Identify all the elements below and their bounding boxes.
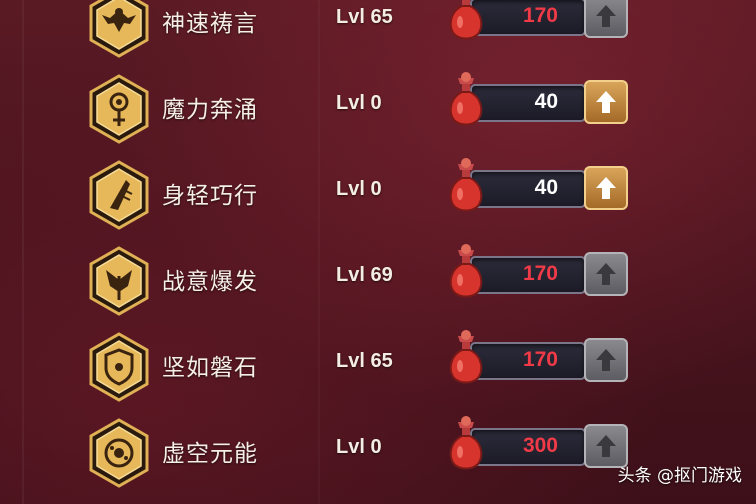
skill-name: 战意爆发: [162, 269, 258, 295]
cost-value: 40: [534, 176, 558, 199]
watermark: 头条 @抠门游戏: [617, 466, 742, 486]
skill-name: 坚如磐石: [162, 355, 258, 381]
cost-value: 170: [522, 348, 558, 371]
upgrade-button[interactable]: [584, 252, 628, 296]
potion-icon: [444, 414, 488, 472]
magic-staff-icon: [88, 74, 150, 144]
skill-level: Lvl 65: [336, 6, 393, 28]
upgrade-button[interactable]: [584, 338, 628, 382]
cost-value: 170: [522, 262, 558, 285]
arrow-up-icon: [596, 263, 616, 285]
potion-icon: [444, 242, 488, 300]
arrow-up-icon: [596, 349, 616, 371]
cost-value: 40: [534, 90, 558, 113]
skill-level: Lvl 0: [336, 178, 382, 200]
shield-icon: [88, 332, 150, 402]
skill-name: 身轻巧行: [162, 183, 258, 209]
potion-icon: [444, 0, 488, 42]
upgrade-button[interactable]: [584, 0, 628, 38]
skill-row: 神速祷言 Lvl 65 170: [0, 0, 756, 72]
skill-row: 虚空元能 Lvl 0 300: [0, 416, 756, 502]
skill-row: 魔力奔涌 Lvl 0 40: [0, 72, 756, 158]
skill-name: 神速祷言: [162, 11, 258, 37]
cost-value: 170: [522, 4, 558, 27]
potion-icon: [444, 156, 488, 214]
cost-value: 300: [522, 434, 558, 457]
skill-name: 虚空元能: [162, 441, 258, 467]
arrow-up-icon: [596, 5, 616, 27]
void-orb-icon: [88, 418, 150, 488]
skill-level: Lvl 69: [336, 264, 393, 286]
skill-row: 战意爆发 Lvl 69 170: [0, 244, 756, 330]
potion-icon: [444, 328, 488, 386]
potion-icon: [444, 70, 488, 128]
arrow-up-icon: [596, 91, 616, 113]
swift-feather-icon: [88, 160, 150, 230]
arrow-up-icon: [596, 177, 616, 199]
skill-row: 身轻巧行 Lvl 0 40: [0, 158, 756, 244]
arrow-up-icon: [596, 435, 616, 457]
skill-level: Lvl 0: [336, 92, 382, 114]
upgrade-button[interactable]: [584, 166, 628, 210]
wings-emblem-icon: [88, 0, 150, 58]
skill-level: Lvl 65: [336, 350, 393, 372]
skill-row: 坚如磐石 Lvl 65 170: [0, 330, 756, 416]
battle-axe-icon: [88, 246, 150, 316]
upgrade-button[interactable]: [584, 80, 628, 124]
skill-level: Lvl 0: [336, 436, 382, 458]
skill-name: 魔力奔涌: [162, 97, 258, 123]
